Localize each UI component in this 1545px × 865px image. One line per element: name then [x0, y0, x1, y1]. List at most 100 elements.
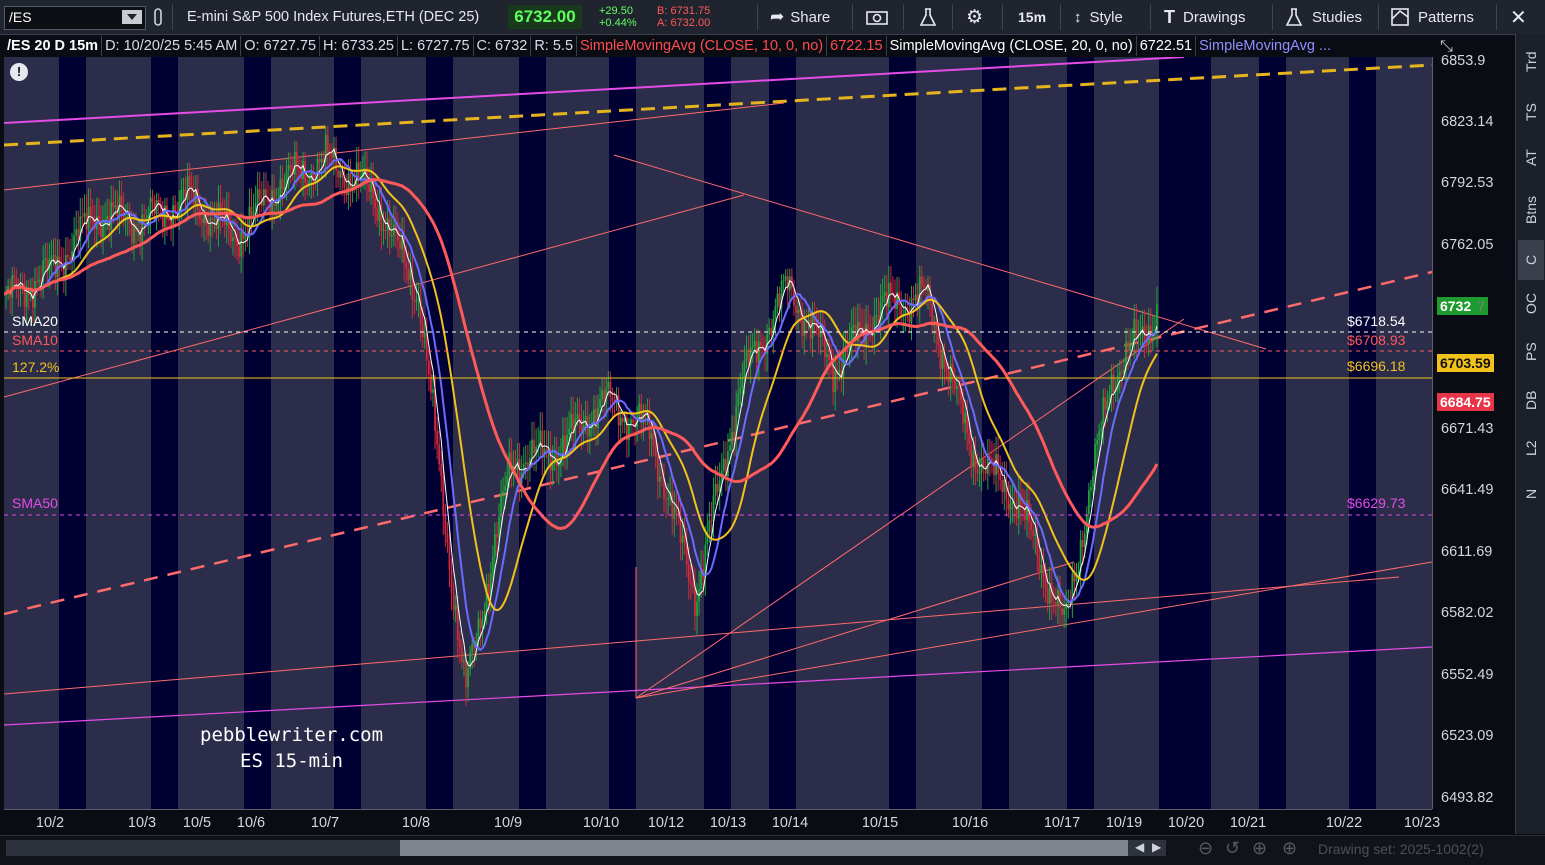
candle-body [621, 417, 624, 423]
side-tab-ps[interactable]: PS [1518, 332, 1544, 372]
candle-body [349, 173, 352, 189]
overnight-band [982, 57, 1009, 809]
scroll-right-icon[interactable]: ▶ [1152, 840, 1161, 854]
share-button[interactable]: ➦ Share [770, 0, 830, 34]
timeframe-selector[interactable]: 15m [1018, 0, 1046, 34]
candle-body [293, 151, 296, 175]
studies-button[interactable]: Studies [1284, 0, 1362, 34]
x-tick: 10/21 [1229, 815, 1267, 831]
link-icon[interactable] [152, 0, 164, 34]
watermark-site: pebblewriter.com [200, 724, 384, 746]
watermark-caption: ES 15-min [240, 750, 343, 772]
candle-body [201, 218, 203, 224]
candle-body [1129, 343, 1132, 352]
candle-body [203, 214, 205, 224]
chart-header: /ES 20 D 15m D: 10/20/25 5:45 AM O: 6727… [4, 35, 1434, 57]
candle-body [1040, 564, 1043, 573]
candle-body [1131, 342, 1134, 344]
drawing-set-label[interactable]: Drawing set: 2025-1002(2) [1318, 841, 1484, 857]
x-tick: 10/14 [771, 815, 809, 831]
side-tab-l2[interactable]: L2 [1518, 428, 1544, 468]
candle-body [908, 309, 911, 323]
candle-body [452, 592, 455, 610]
side-tab-oc[interactable]: OC [1518, 284, 1544, 324]
candle-body [826, 354, 828, 357]
candle-body [795, 305, 797, 313]
drawings-button[interactable]: T Drawings [1164, 0, 1246, 34]
more-studies-label[interactable]: SimpleMovingAvg ... [1196, 36, 1334, 56]
candle-body [945, 367, 948, 372]
candle-body [774, 306, 777, 319]
y-tick: 6611.69 [1441, 544, 1493, 560]
flask-button[interactable] [918, 0, 938, 34]
side-tab-db[interactable]: DB [1518, 380, 1544, 420]
candle-body [110, 201, 113, 230]
style-button[interactable]: ↕ Style [1074, 0, 1123, 34]
candle-body [656, 456, 659, 482]
candle-body [337, 170, 340, 178]
candle-body [630, 419, 632, 425]
x-tick: 10/23 [1403, 815, 1441, 831]
candle-body [689, 581, 692, 584]
side-tab-at[interactable]: AT [1518, 138, 1544, 178]
side-tab-ts[interactable]: TS [1518, 92, 1544, 132]
camera-icon [866, 11, 888, 25]
chart-scrollbar[interactable]: ◀ ▶ ⊖ ↺ ⊕ ⊕ Drawing set: 2025-1002(2) [0, 835, 1545, 865]
candle-body [687, 564, 690, 582]
sma20-study-label[interactable]: SimpleMovingAvg (CLOSE, 20, 0, no) [887, 36, 1137, 56]
snapshot-button[interactable] [866, 0, 888, 34]
zoom-fit-icon[interactable]: ⊕ [1252, 838, 1267, 859]
candle-body [522, 464, 525, 473]
scroll-thumb[interactable] [400, 840, 1128, 856]
candle-body [1090, 487, 1092, 491]
candle-body [570, 414, 573, 429]
candle-body [714, 483, 717, 496]
candle-body [576, 414, 579, 419]
zoom-in-icon[interactable]: ⊕ [1282, 838, 1297, 859]
candle-body [460, 647, 463, 662]
sma10-study-label[interactable]: SimpleMovingAvg (CLOSE, 10, 0, no) [577, 36, 828, 56]
candle-body [180, 190, 183, 202]
style-label: Style [1089, 8, 1123, 26]
info-icon[interactable]: ! [10, 63, 28, 81]
candle-body [588, 428, 591, 437]
candle-body [852, 325, 855, 328]
scroll-left-icon[interactable]: ◀ [1135, 840, 1144, 854]
candle-body [694, 586, 696, 617]
overnight-band [1067, 57, 1094, 809]
candle-body [316, 158, 319, 183]
symbol-dropdown-icon[interactable] [122, 10, 142, 24]
net-change: +29.50 [599, 5, 633, 17]
side-tab-btns[interactable]: Btns [1518, 184, 1544, 236]
toolbar-divider [1060, 4, 1061, 30]
candle-body [832, 365, 835, 393]
side-tab-trd[interactable]: Trd [1518, 42, 1544, 82]
patterns-button[interactable]: Patterns [1390, 0, 1474, 34]
candle-body [477, 618, 480, 641]
price-axis[interactable]: 6853.9 6823.14 6792.53 6762.05 6671.43 6… [1432, 53, 1513, 809]
y-tick: 6523.09 [1441, 728, 1494, 744]
date-axis[interactable]: 10/2 10/3 10/5 10/6 10/7 10/8 10/9 10/10… [4, 809, 1440, 836]
settings-button[interactable]: ⚙ [966, 0, 983, 34]
candle-body [211, 218, 214, 220]
side-tab-c[interactable]: C [1518, 240, 1544, 280]
overnight-band [59, 57, 86, 809]
candle-body [877, 315, 880, 322]
x-tick: 10/20 [1167, 815, 1205, 831]
candle-body [432, 389, 434, 393]
close-button[interactable]: ✕ [1510, 0, 1527, 34]
candle-body [368, 184, 370, 192]
side-tab-n[interactable]: N [1518, 474, 1544, 514]
x-tick: 10/22 [1325, 815, 1363, 831]
symbol-input[interactable]: /ES [4, 6, 146, 30]
zoom-out-icon[interactable]: ⊖ [1198, 838, 1213, 859]
candle-body [661, 476, 663, 479]
x-tick: 10/7 [310, 815, 340, 831]
candle-body [232, 237, 234, 241]
candle-body [665, 498, 667, 500]
candle-body [941, 351, 944, 369]
candle-body [531, 439, 533, 459]
overnight-band [151, 57, 178, 809]
zoom-reset-icon[interactable]: ↺ [1225, 838, 1240, 859]
price-chart[interactable] [4, 57, 1432, 809]
